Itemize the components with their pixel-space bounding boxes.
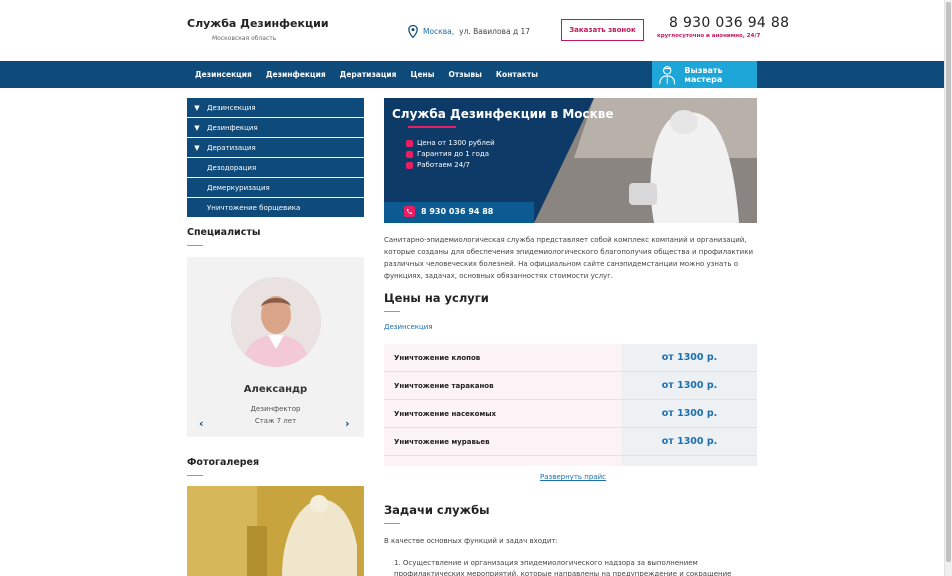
phone-note: круглосуточно и анонимно, 24/7: [657, 33, 761, 39]
tasks-intro: В качестве основных функций и задач вход…: [384, 537, 558, 545]
sidebar-item-dezinsekciya[interactable]: ▼ Дезинсекция: [187, 98, 364, 118]
hero-banner: Служба Дезинфекции в Москве Цена от 1300…: [384, 98, 757, 223]
specialist-photo: [231, 277, 321, 367]
sidebar-item-label: Дезинсекция: [207, 103, 256, 112]
table-row-partial: [384, 456, 757, 466]
intro-text: Санитарно-эпидемиологическая служба пред…: [384, 236, 753, 280]
nav-item-reviews[interactable]: Отзывы: [449, 70, 482, 79]
table-row: Уничтожение тараканов от 1300 р.: [384, 372, 757, 400]
main-nav: Дезинсекция Дезинфекция Дератизация Цены…: [0, 61, 944, 88]
price-table: Уничтожение клопов от 1300 р. Уничтожение…: [384, 344, 757, 466]
banner-phone-number: 8 930 036 94 88: [421, 207, 494, 216]
logo-title[interactable]: Служба Дезинфекции: [187, 17, 329, 30]
tasks-title: Задачи службы: [384, 503, 490, 517]
specialist-experience: Стаж 7 лет: [254, 417, 297, 425]
table-row: Уничтожение муравьев от 1300 р.: [384, 428, 757, 456]
service-price: от 1300 р.: [622, 400, 757, 427]
prices-underline: [384, 311, 400, 312]
nav-item-contacts[interactable]: Контакты: [496, 70, 538, 79]
specialist-role: Дезинфектор: [250, 405, 301, 413]
banner-point-text: Гарантия до 1 года: [417, 150, 490, 158]
worker-icon: [659, 65, 676, 84]
sidebar-item-deratizaciya[interactable]: ▼ Дератизация: [187, 138, 364, 158]
sidebar-item-label: Дератизация: [207, 143, 256, 152]
nav-item-dezinfekciya[interactable]: Дезинфекция: [266, 70, 326, 79]
banner-point: Цена от 1300 рублей: [406, 139, 495, 147]
check-icon: [406, 150, 413, 158]
gallery-underline: [187, 475, 203, 476]
banner-point-text: Цена от 1300 рублей: [417, 139, 495, 147]
banner-point-text: Работаем 24/7: [417, 161, 471, 169]
prices-title: Цены на услуги: [384, 291, 489, 305]
site-header: Служба Дезинфекции Московская область Мо…: [0, 0, 944, 61]
task-item: 1. Осуществление и организация эпидемиол…: [394, 558, 754, 576]
nav-item-dezinsekciya[interactable]: Дезинсекция: [195, 70, 252, 79]
service-name: Уничтожение клопов: [394, 353, 481, 362]
triangle-down-icon: ▼: [194, 123, 200, 132]
task-text: Осуществление и организация эпидемиологи…: [394, 559, 732, 576]
task-number: 1.: [394, 559, 403, 567]
call-master-label: Вызвать мастера: [684, 65, 723, 84]
service-name: Уничтожение насекомых: [394, 409, 497, 418]
gallery-title: Фотогалерея: [187, 457, 260, 468]
scrollbar-thumb[interactable]: [946, 2, 951, 562]
banner-points: Цена от 1300 рублей Гарантия до 1 года Р…: [406, 139, 495, 172]
sidebar-item-demerkurizaciya[interactable]: Демеркуризация: [187, 178, 364, 198]
chevron-left-icon[interactable]: ‹: [199, 417, 204, 430]
sidebar-item-dezodoraciya[interactable]: Дезодорация: [187, 158, 364, 178]
sidebar-menu: ▼ Дезинсекция ▼ Дезинфекция ▼ Дератизация Д…: [187, 98, 364, 218]
service-price: от 1300 р.: [622, 372, 757, 399]
gallery-photo[interactable]: [187, 486, 364, 576]
specialists-title: Специалисты: [187, 227, 261, 238]
chevron-right-icon[interactable]: ›: [345, 417, 350, 430]
address: Москва, ул. Вавилова д 17: [408, 25, 530, 38]
category-link[interactable]: Дезинсекция: [384, 323, 433, 331]
specialists-underline: [187, 245, 203, 246]
street-address: ул. Вавилова д 17: [459, 27, 531, 36]
page-scrollbar[interactable]: [944, 0, 952, 576]
triangle-down-icon: ▼: [194, 143, 200, 152]
specialist-card: Александр Дезинфектор Стаж 7 лет ‹ ›: [187, 257, 364, 437]
logo-subtitle: Московская область: [212, 35, 277, 42]
service-price: от 1300 р.: [622, 344, 757, 371]
table-row: Уничтожение клопов от 1300 р.: [384, 344, 757, 372]
banner-point: Работаем 24/7: [406, 161, 495, 169]
triangle-down-icon: ▼: [194, 103, 200, 112]
check-icon: [406, 161, 413, 169]
header-phone[interactable]: 8 930 036 94 88: [669, 15, 789, 31]
location-pin-icon: [408, 25, 418, 38]
service-name: Уничтожение тараканов: [394, 381, 494, 390]
expand-prices-link[interactable]: Развернуть прайс: [540, 473, 606, 481]
banner-accent-line: [408, 126, 456, 128]
service-price: от 1300 р.: [622, 428, 757, 455]
sidebar-item-dezinfekciya[interactable]: ▼ Дезинфекция: [187, 118, 364, 138]
nav-item-prices[interactable]: Цены: [411, 70, 435, 79]
tasks-underline: [384, 523, 400, 524]
phone-icon: [404, 206, 415, 217]
order-callback-button[interactable]: Заказать звонок: [561, 19, 644, 41]
service-name: Уничтожение муравьев: [394, 437, 490, 446]
banner-phone[interactable]: 8 930 036 94 88: [404, 206, 493, 217]
table-row: Уничтожение насекомых от 1300 р.: [384, 400, 757, 428]
banner-point: Гарантия до 1 года: [406, 150, 495, 158]
nav-item-deratizaciya[interactable]: Дератизация: [340, 70, 397, 79]
city-link[interactable]: Москва,: [423, 27, 454, 36]
banner-title: Служба Дезинфекции в Москве: [392, 107, 614, 121]
sidebar-item-label: Дезинфекция: [207, 123, 258, 132]
call-master-button[interactable]: Вызвать мастера: [652, 61, 757, 88]
check-icon: [406, 139, 413, 147]
specialist-name: Александр: [243, 384, 308, 395]
sidebar-item-borshchevik[interactable]: Уничтожение борщевика: [187, 198, 364, 218]
